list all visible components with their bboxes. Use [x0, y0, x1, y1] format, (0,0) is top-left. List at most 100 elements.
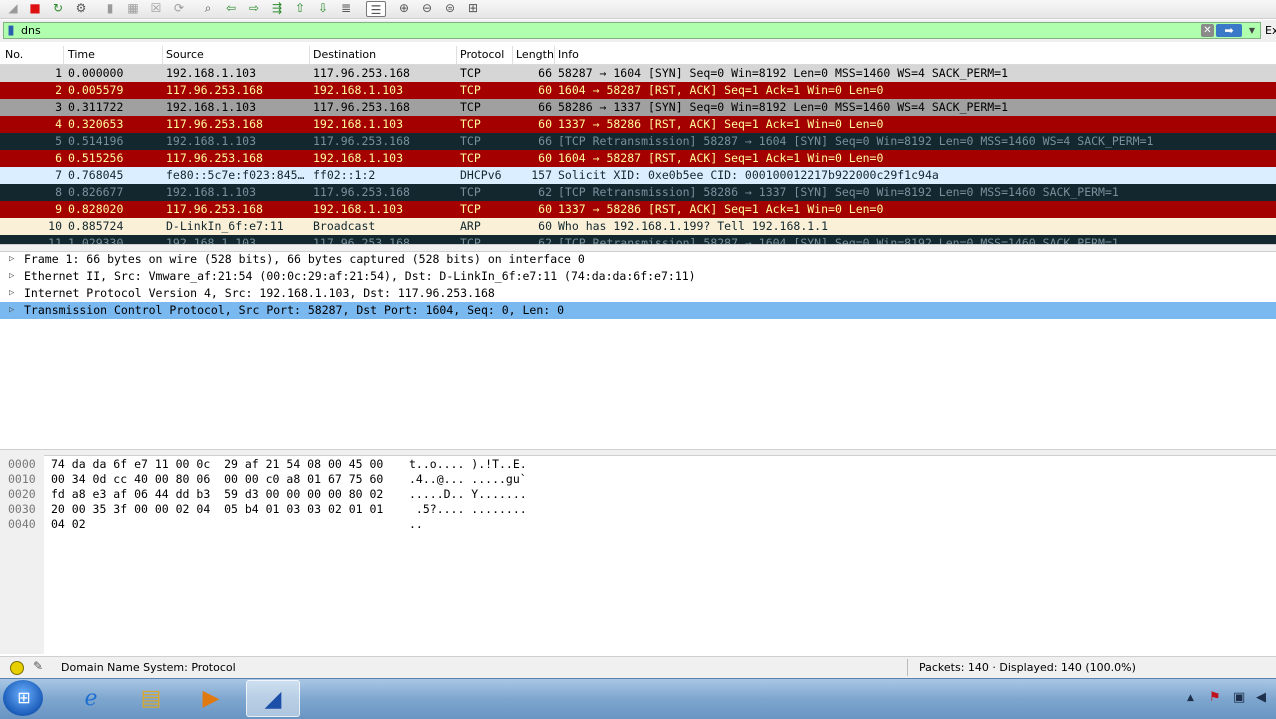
expand-arrow-icon[interactable]: ▷: [9, 251, 14, 268]
table-row[interactable]: 9 0.828020 117.96.253.168 192.168.1.103 TCP 6…: [0, 201, 1276, 218]
close-icon[interactable]: ☒: [147, 0, 165, 16]
cell-len: 62: [538, 185, 552, 199]
table-row[interactable]: 8 0.826677 192.168.1.103 117.96.253.168 TCP 6…: [0, 184, 1276, 201]
expand-arrow-icon[interactable]: ▷: [9, 285, 14, 302]
cell-len: 60: [538, 117, 552, 131]
cell-proto: TCP: [460, 117, 481, 131]
options-icon[interactable]: ⚙: [72, 0, 90, 16]
byte-hex[interactable]: 74 da da 6f e7 11 00 0c 29 af 21 54 08 0…: [51, 457, 383, 472]
table-row[interactable]: 4 0.320653 117.96.253.168 192.168.1.103 TCP 6…: [0, 116, 1276, 133]
display-filter-input[interactable]: [21, 23, 1191, 38]
byte-hex[interactable]: 04 02: [51, 517, 86, 532]
tree-item[interactable]: ▷ Transmission Control Protocol, Src Port…: [0, 302, 1276, 319]
column-length[interactable]: Length: [516, 48, 554, 61]
volume-icon[interactable]: ◀: [1256, 690, 1266, 705]
bookmark-icon[interactable]: ▮: [4, 23, 18, 38]
apply-filter-icon[interactable]: ➡: [1216, 24, 1242, 37]
open-icon[interactable]: ▮: [101, 0, 119, 16]
table-row[interactable]: 1 0.000000 192.168.1.103 117.96.253.168 TCP 6…: [0, 65, 1276, 82]
internet-explorer-icon[interactable]: ℯ: [64, 680, 118, 717]
byte-hex[interactable]: 00 34 0d cc 40 00 80 06 00 00 c0 a8 01 6…: [51, 472, 383, 487]
byte-hex[interactable]: fd a8 e3 af 06 44 dd b3 59 d3 00 00 00 0…: [51, 487, 383, 502]
expert-info-icon[interactable]: [10, 661, 24, 675]
cell-len: 66: [538, 66, 552, 80]
reload-icon[interactable]: ⟳: [170, 0, 188, 16]
restart-icon[interactable]: ↻: [49, 0, 67, 16]
shark-fin-icon[interactable]: ◢: [4, 0, 22, 16]
clear-filter-icon[interactable]: ✕: [1201, 24, 1214, 37]
cell-proto: TCP: [460, 202, 481, 216]
byte-ascii[interactable]: t..o.... ).!T..E.: [409, 457, 527, 472]
expand-arrow-icon[interactable]: ▷: [9, 302, 14, 319]
find-icon[interactable]: ⌕: [199, 0, 217, 16]
byte-ascii[interactable]: .4..@... .....gu`: [409, 472, 527, 487]
action-center-icon[interactable]: ⚑: [1209, 690, 1221, 705]
cell-proto: DHCPv6: [460, 168, 502, 182]
cell-proto: ARP: [460, 219, 481, 233]
media-player-icon[interactable]: ▶: [184, 680, 238, 717]
normal-size-icon[interactable]: ⊜: [441, 0, 459, 16]
column-info[interactable]: Info: [558, 48, 579, 61]
table-row[interactable]: 10 0.885724 D-LinkIn_6f:e7:11 Broadcast ARP 6…: [0, 218, 1276, 235]
save-icon[interactable]: ▦: [124, 0, 142, 16]
cell-time: 0.885724: [68, 219, 124, 233]
column-source[interactable]: Source: [166, 48, 204, 61]
cell-dst: 117.96.253.168: [313, 134, 410, 148]
column-destination[interactable]: Destination: [313, 48, 376, 61]
forward-icon[interactable]: ⇨: [245, 0, 263, 16]
cell-no: 9: [55, 202, 62, 216]
back-icon[interactable]: ⇦: [222, 0, 240, 16]
byte-offset[interactable]: 0040: [8, 517, 36, 532]
table-row[interactable]: 5 0.514196 192.168.1.103 117.96.253.168 TCP 6…: [0, 133, 1276, 150]
status-field-text: Domain Name System: Protocol: [61, 661, 236, 674]
table-row[interactable]: 6 0.515256 117.96.253.168 192.168.1.103 TCP 6…: [0, 150, 1276, 167]
windows-logo-icon: ⊞: [17, 688, 31, 707]
tree-item[interactable]: ▷ Internet Protocol Version 4, Src: 192.1…: [0, 285, 1276, 302]
cell-dst: 192.168.1.103: [313, 202, 404, 216]
folder-icon[interactable]: ▤: [124, 680, 178, 717]
byte-hex[interactable]: 20 00 35 3f 00 00 02 04 05 b4 01 03 03 0…: [51, 502, 383, 517]
byte-ascii[interactable]: ..: [409, 517, 423, 532]
network-icon[interactable]: ▣: [1233, 690, 1245, 705]
expand-arrow-icon[interactable]: ▷: [9, 268, 14, 285]
resize-columns-icon[interactable]: ⊞: [464, 0, 482, 16]
column-no[interactable]: No.: [5, 48, 23, 61]
packets-count: Packets: 140 · Displayed: 140 (100.0%): [919, 661, 1136, 674]
column-time[interactable]: Time: [68, 48, 95, 61]
last-icon[interactable]: ⇩: [314, 0, 332, 16]
cell-info: 1337 → 58286 [RST, ACK] Seq=1 Ack=1 Win=…: [558, 117, 884, 131]
first-icon[interactable]: ⇧: [291, 0, 309, 16]
tree-item[interactable]: ▷ Frame 1: 66 bytes on wire (528 bits), 6…: [0, 251, 1276, 268]
capture-comment-icon[interactable]: ✎: [33, 659, 47, 673]
tray-expand-icon[interactable]: ▲: [1187, 693, 1194, 703]
pane-splitter[interactable]: [0, 449, 1276, 456]
table-row[interactable]: 7 0.768045 fe80::5c7e:f023:845… ff02::1:2 DH…: [0, 167, 1276, 184]
byte-offset[interactable]: 0020: [8, 487, 36, 502]
stop-icon[interactable]: ■: [26, 0, 44, 16]
colorize-icon[interactable]: ☰: [366, 1, 386, 17]
cell-dst: 192.168.1.103: [313, 117, 404, 131]
autoscroll-icon[interactable]: ≣: [337, 0, 355, 16]
expression-button[interactable]: Ex: [1265, 24, 1276, 37]
byte-ascii[interactable]: .....D.. Y.......: [409, 487, 527, 502]
table-row[interactable]: 3 0.311722 192.168.1.103 117.96.253.168 TCP 6…: [0, 99, 1276, 116]
column-protocol[interactable]: Protocol: [460, 48, 504, 61]
cell-src: 117.96.253.168: [166, 117, 263, 131]
byte-offset[interactable]: 0010: [8, 472, 36, 487]
tree-item-label: Transmission Control Protocol, Src Port:…: [24, 303, 565, 317]
byte-offset[interactable]: 0030: [8, 502, 36, 517]
wireshark-icon[interactable]: ◢: [246, 680, 300, 717]
table-row[interactable]: 2 0.005579 117.96.253.168 192.168.1.103 TCP 6…: [0, 82, 1276, 99]
tree-item[interactable]: ▷ Ethernet II, Src: Vmware_af:21:54 (00:0…: [0, 268, 1276, 285]
byte-offset[interactable]: 0000: [8, 457, 36, 472]
byte-ascii[interactable]: .5?.... ........: [409, 502, 527, 517]
chevron-down-icon[interactable]: ▼: [1246, 24, 1258, 37]
cell-no: 2: [55, 83, 62, 97]
cell-src: 192.168.1.103: [166, 185, 257, 199]
cell-info: Solicit XID: 0xe0b5ee CID: 000100012217b…: [558, 168, 939, 182]
zoom-in-icon[interactable]: ⊕: [395, 0, 413, 16]
zoom-out-icon[interactable]: ⊖: [418, 0, 436, 16]
packet-list-header: No. Time Source Destination Protocol Len…: [0, 46, 1276, 65]
goto-icon[interactable]: ⇶: [268, 0, 286, 16]
cell-len: 66: [538, 134, 552, 148]
